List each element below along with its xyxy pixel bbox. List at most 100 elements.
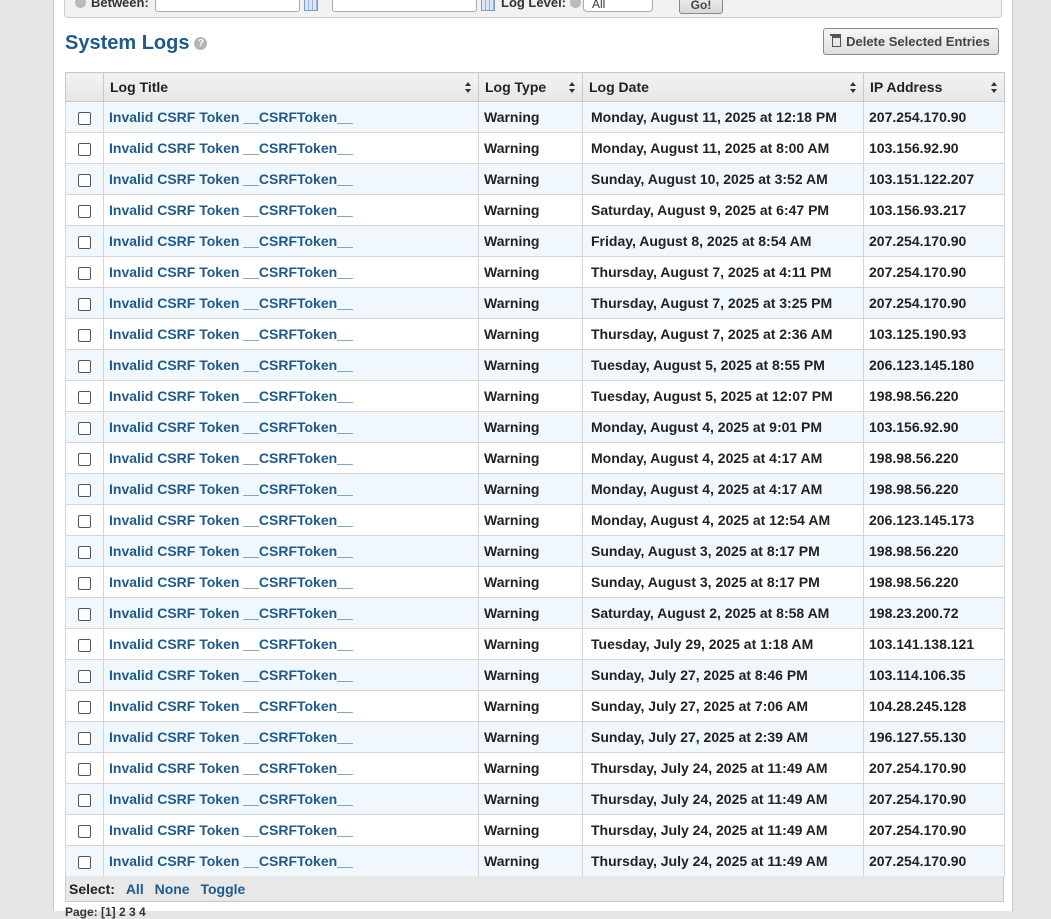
row-checkbox[interactable]	[78, 142, 91, 156]
calendar-icon[interactable]	[481, 0, 495, 11]
log-title-link[interactable]: Invalid CSRF Token __CSRFToken__	[109, 667, 353, 683]
row-checkbox[interactable]	[78, 607, 91, 621]
main-panel: Between: Log Level: All Go! System Logs …	[53, 0, 1013, 919]
select-toggle-link[interactable]: Toggle	[200, 881, 245, 897]
log-title-link[interactable]: Invalid CSRF Token __CSRFToken__	[109, 388, 353, 404]
row-checkbox[interactable]	[78, 700, 91, 714]
log-title-cell: Invalid CSRF Token __CSRFToken__	[103, 287, 479, 319]
log-level-select[interactable]: All	[583, 0, 653, 12]
ip-address-cell: 198.23.200.72	[863, 597, 1005, 629]
delete-selected-button[interactable]: Delete Selected Entries	[823, 28, 999, 55]
log-title-link[interactable]: Invalid CSRF Token __CSRFToken__	[109, 109, 353, 125]
row-checkbox[interactable]	[78, 483, 91, 497]
date-from-input[interactable]	[155, 0, 300, 12]
sort-icon[interactable]	[465, 82, 472, 93]
row-checkbox[interactable]	[78, 731, 91, 745]
row-checkbox[interactable]	[78, 452, 91, 466]
log-title-link[interactable]: Invalid CSRF Token __CSRFToken__	[109, 791, 353, 807]
help-icon[interactable]: ?	[194, 37, 208, 50]
go-button[interactable]: Go!	[679, 0, 723, 14]
log-title-link[interactable]: Invalid CSRF Token __CSRFToken__	[109, 171, 353, 187]
row-checkbox[interactable]	[78, 762, 91, 776]
log-type-cell: Warning	[478, 566, 583, 598]
log-title-link[interactable]: Invalid CSRF Token __CSRFToken__	[109, 729, 353, 745]
sort-icon[interactable]	[569, 82, 576, 93]
row-checkbox[interactable]	[78, 638, 91, 652]
select-bar: Select: All None Toggle	[65, 876, 1004, 902]
log-title-link[interactable]: Invalid CSRF Token __CSRFToken__	[109, 419, 353, 435]
log-title-link[interactable]: Invalid CSRF Token __CSRFToken__	[109, 233, 353, 249]
row-checkbox[interactable]	[78, 297, 91, 311]
log-type-cell: Warning	[478, 163, 583, 195]
log-type-cell: Warning	[478, 101, 583, 133]
log-title-link[interactable]: Invalid CSRF Token __CSRFToken__	[109, 574, 353, 590]
log-title-link[interactable]: Invalid CSRF Token __CSRFToken__	[109, 450, 353, 466]
table-row: Invalid CSRF Token __CSRFToken__ Warning M…	[65, 411, 1005, 443]
row-checkbox[interactable]	[78, 514, 91, 528]
log-type-cell: Warning	[478, 845, 583, 877]
log-title-link[interactable]: Invalid CSRF Token __CSRFToken__	[109, 760, 353, 776]
log-type-cell: Warning	[478, 504, 583, 536]
row-checkbox[interactable]	[78, 793, 91, 807]
log-title-link[interactable]: Invalid CSRF Token __CSRFToken__	[109, 636, 353, 652]
row-checkbox[interactable]	[78, 390, 91, 404]
row-checkbox[interactable]	[78, 328, 91, 342]
log-title-link[interactable]: Invalid CSRF Token __CSRFToken__	[109, 543, 353, 559]
log-title-link[interactable]: Invalid CSRF Token __CSRFToken__	[109, 822, 353, 838]
trash-icon	[830, 34, 842, 47]
column-header-log-type[interactable]: Log Type	[478, 72, 583, 102]
log-title-link[interactable]: Invalid CSRF Token __CSRFToken__	[109, 698, 353, 714]
row-checkbox[interactable]	[78, 421, 91, 435]
log-title-cell: Invalid CSRF Token __CSRFToken__	[103, 411, 479, 443]
column-header-log-date[interactable]: Log Date	[582, 72, 864, 102]
log-title-link[interactable]: Invalid CSRF Token __CSRFToken__	[109, 326, 353, 342]
system-logs-table: Log Title Log Type Log Date IP Address I…	[65, 72, 1005, 877]
row-checkbox[interactable]	[78, 359, 91, 373]
log-date-cell: Monday, August 4, 2025 at 4:17 AM	[582, 442, 864, 474]
row-select-cell	[65, 163, 104, 195]
calendar-icon[interactable]	[304, 0, 318, 11]
ip-address-cell: 207.254.170.90	[863, 814, 1005, 846]
sort-icon[interactable]	[991, 82, 998, 93]
log-date-cell: Sunday, July 27, 2025 at 8:46 PM	[582, 659, 864, 691]
ip-address-cell: 207.254.170.90	[863, 225, 1005, 257]
row-checkbox[interactable]	[78, 855, 91, 869]
row-checkbox[interactable]	[78, 669, 91, 683]
log-title-link[interactable]: Invalid CSRF Token __CSRFToken__	[109, 512, 353, 528]
column-header-log-title[interactable]: Log Title	[103, 72, 479, 102]
select-none-link[interactable]: None	[155, 881, 190, 897]
log-title-cell: Invalid CSRF Token __CSRFToken__	[103, 814, 479, 846]
row-checkbox[interactable]	[78, 204, 91, 218]
log-title-link[interactable]: Invalid CSRF Token __CSRFToken__	[109, 264, 353, 280]
log-title-cell: Invalid CSRF Token __CSRFToken__	[103, 752, 479, 784]
log-type-cell: Warning	[478, 194, 583, 226]
row-checkbox[interactable]	[78, 824, 91, 838]
log-date-cell: Thursday, July 24, 2025 at 11:49 AM	[582, 783, 864, 815]
log-date-cell: Thursday, August 7, 2025 at 4:11 PM	[582, 256, 864, 288]
row-checkbox[interactable]	[78, 173, 91, 187]
log-title-link[interactable]: Invalid CSRF Token __CSRFToken__	[109, 357, 353, 373]
row-select-cell	[65, 535, 104, 567]
log-title-link[interactable]: Invalid CSRF Token __CSRFToken__	[109, 202, 353, 218]
log-date-cell: Thursday, July 24, 2025 at 11:49 AM	[582, 814, 864, 846]
select-all-link[interactable]: All	[126, 881, 144, 897]
delete-selected-label: Delete Selected Entries	[846, 34, 990, 49]
row-checkbox[interactable]	[78, 576, 91, 590]
log-type-cell: Warning	[478, 752, 583, 784]
log-title-link[interactable]: Invalid CSRF Token __CSRFToken__	[109, 605, 353, 621]
table-row: Invalid CSRF Token __CSRFToken__ Warning T…	[65, 318, 1005, 350]
row-checkbox[interactable]	[78, 545, 91, 559]
row-checkbox[interactable]	[78, 266, 91, 280]
row-select-cell	[65, 783, 104, 815]
log-title-link[interactable]: Invalid CSRF Token __CSRFToken__	[109, 481, 353, 497]
log-title-link[interactable]: Invalid CSRF Token __CSRFToken__	[109, 853, 353, 869]
log-type-cell: Warning	[478, 535, 583, 567]
column-header-ip-address[interactable]: IP Address	[863, 72, 1005, 102]
row-checkbox[interactable]	[78, 111, 91, 125]
row-checkbox[interactable]	[78, 235, 91, 249]
sort-icon[interactable]	[850, 82, 857, 93]
pagination[interactable]: Page: [1] 2 3 4	[65, 905, 146, 919]
log-title-link[interactable]: Invalid CSRF Token __CSRFToken__	[109, 140, 353, 156]
date-to-input[interactable]	[332, 0, 477, 12]
log-title-link[interactable]: Invalid CSRF Token __CSRFToken__	[109, 295, 353, 311]
